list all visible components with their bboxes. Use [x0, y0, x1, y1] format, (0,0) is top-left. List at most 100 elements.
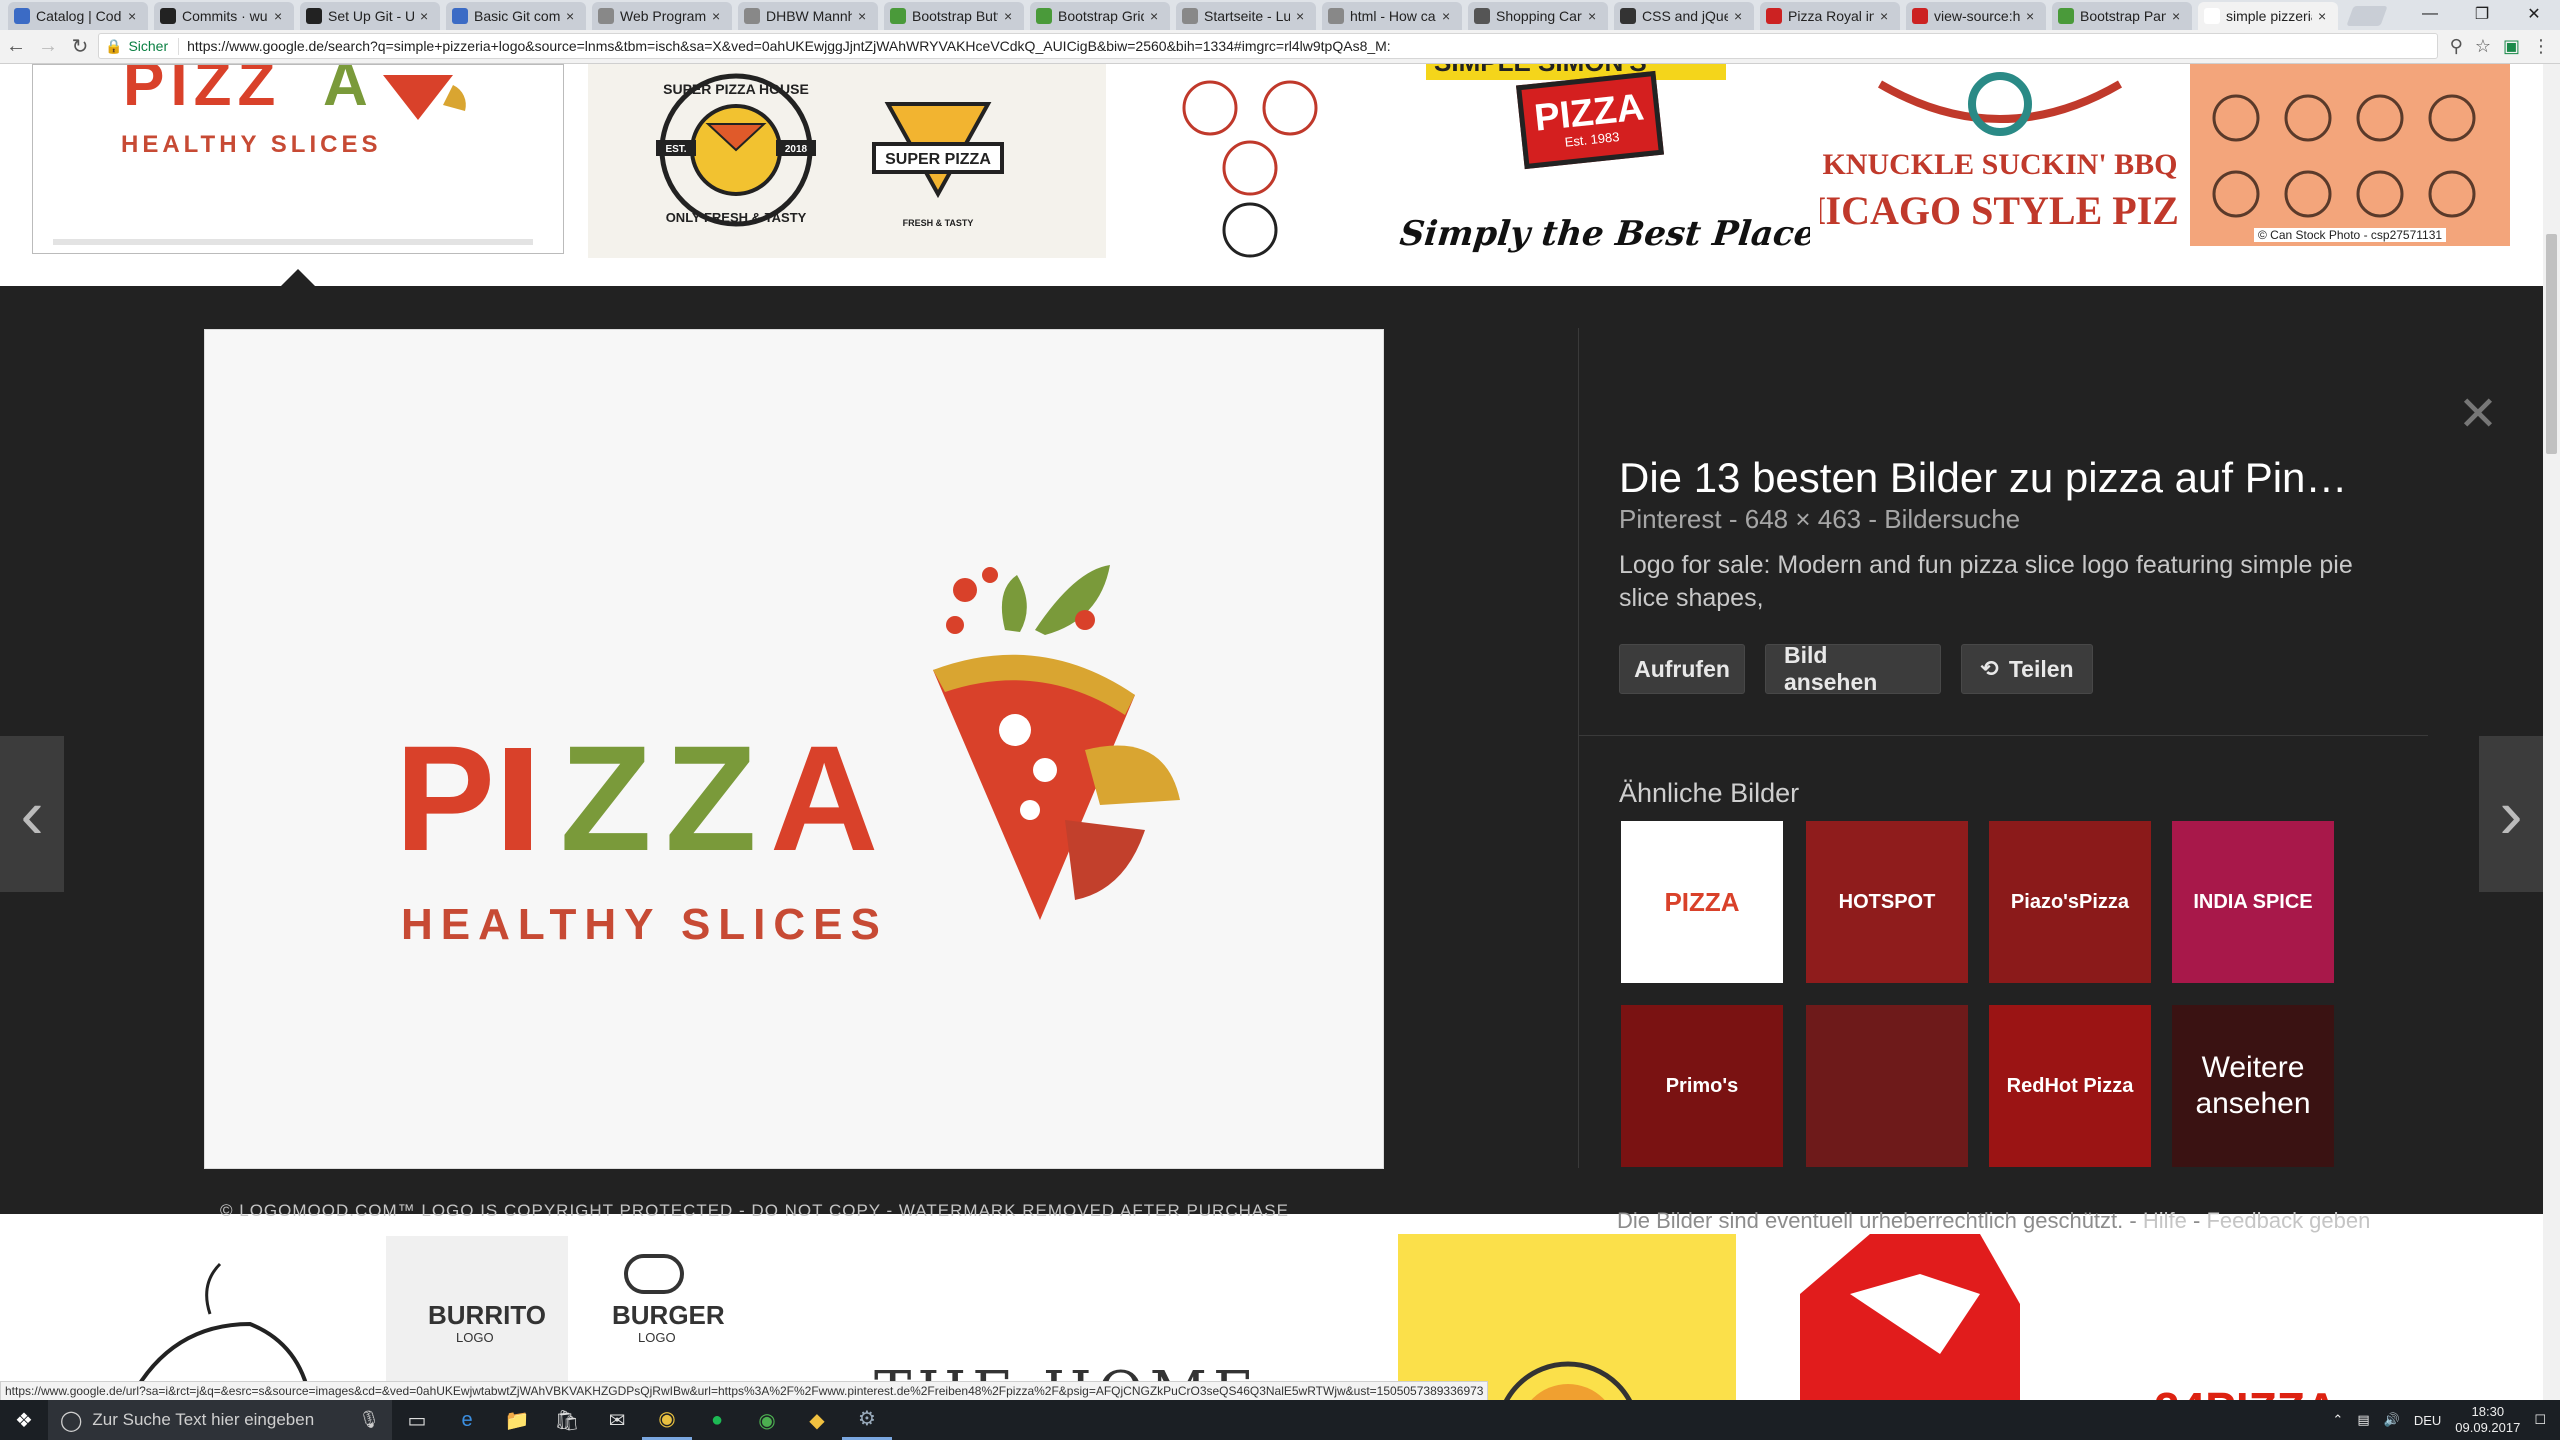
reload-icon[interactable]: ↻: [64, 31, 96, 63]
similar-image[interactable]: PIZZA: [1621, 821, 1783, 983]
url-text[interactable]: https://www.google.de/search?q=simple+pi…: [187, 38, 1391, 54]
task-view-icon[interactable]: ▭: [392, 1400, 442, 1440]
browser-tab[interactable]: Bootstrap Pane ×: [2052, 2, 2192, 30]
result-thumb-red-pizza[interactable]: [1760, 1234, 2040, 1400]
similar-image[interactable]: RedHot Pizza: [1989, 1005, 2151, 1167]
main-preview-image[interactable]: P Z Z A HEALTHY SLICES: [204, 329, 1384, 1169]
browser-tab[interactable]: Commits · wuc ×: [154, 2, 294, 30]
see-more-similar[interactable]: Weitere ansehen: [2172, 1005, 2334, 1167]
steam-icon[interactable]: ⚙: [842, 1400, 892, 1440]
close-window-icon[interactable]: ✕: [2508, 0, 2560, 28]
taskbar-clock[interactable]: 18:30 09.09.2017: [2455, 1404, 2520, 1436]
similar-image[interactable]: HOTSPOT: [1806, 821, 1968, 983]
tab-close-icon[interactable]: ×: [712, 8, 726, 24]
notifications-icon[interactable]: ☐: [2534, 1412, 2546, 1428]
browser-tab[interactable]: view-source:htt ×: [1906, 2, 2046, 30]
result-thumb-yellow-pizza[interactable]: [1398, 1234, 1736, 1400]
tab-close-icon[interactable]: ×: [1150, 8, 1164, 24]
maximize-icon[interactable]: ❐: [2456, 0, 2508, 28]
close-panel-icon[interactable]: ✕: [2455, 391, 2501, 439]
browser-tab[interactable]: Basic Git comm ×: [446, 2, 586, 30]
tab-close-icon[interactable]: ×: [1442, 8, 1456, 24]
result-thumb-burrito-burger[interactable]: BURRITO LOGO BURGER LOGO: [386, 1236, 750, 1400]
address-bar[interactable]: 🔒 Sicher https://www.google.de/search?q=s…: [98, 33, 2438, 59]
previous-image-arrow[interactable]: ‹: [0, 736, 64, 892]
next-image-arrow[interactable]: ›: [2479, 736, 2543, 892]
tab-close-icon[interactable]: ×: [566, 8, 580, 24]
tab-close-icon[interactable]: ×: [274, 8, 288, 24]
chrome-icon[interactable]: ◉: [642, 1400, 692, 1440]
browser-tab[interactable]: CSS and jQuery ×: [1614, 2, 1754, 30]
browser-tab[interactable]: Startseite - Luig ×: [1176, 2, 1316, 30]
similar-image[interactable]: INDIA SPICE: [2172, 821, 2334, 983]
zoom-icon[interactable]: ⚲: [2450, 36, 2463, 57]
tab-close-icon[interactable]: ×: [2172, 8, 2186, 24]
windows-start-icon[interactable]: ❖: [0, 1400, 48, 1440]
browser-tab[interactable]: simple pizzeria ×: [2198, 2, 2338, 30]
result-thumb-badges[interactable]: [1140, 64, 1350, 258]
tab-close-icon[interactable]: ×: [1588, 8, 1602, 24]
tab-close-icon[interactable]: ×: [1880, 8, 1894, 24]
browser-tab[interactable]: Set Up Git - Us ×: [300, 2, 440, 30]
browser-tab[interactable]: Bootstrap Butt ×: [884, 2, 1024, 30]
taskbar-search[interactable]: ◯ Zur Suche Text hier eingeben 🎙: [48, 1400, 392, 1440]
menu-icon[interactable]: ⋮: [2532, 36, 2550, 57]
store-icon[interactable]: 🛍: [542, 1400, 592, 1440]
result-thumb-24pizza[interactable]: 24PIZZA: [2150, 1364, 2510, 1400]
result-thumb-steam-logo[interactable]: [60, 1244, 360, 1400]
tab-close-icon[interactable]: ×: [1734, 8, 1748, 24]
result-thumb-chicago[interactable]: KNUCKLE SUCKIN' BBQ CHICAGO STYLE PIZZA: [1820, 64, 2180, 258]
minimize-icon[interactable]: —: [2404, 0, 2456, 28]
result-thumb-canstock[interactable]: © Can Stock Photo - csp27571131: [2190, 64, 2510, 246]
similar-image[interactable]: Primo's: [1621, 1005, 1783, 1167]
browser-tab[interactable]: DHBW Mannhe ×: [738, 2, 878, 30]
tab-close-icon[interactable]: ×: [858, 8, 872, 24]
spotify-icon[interactable]: ●: [692, 1400, 742, 1440]
similar-image[interactable]: [1806, 1005, 1968, 1167]
tab-title: simple pizzeria: [2226, 8, 2312, 24]
result-thumb-super-pizza[interactable]: EST. 2018 SUPER PIZZA HOUSE ONLY FRESH &…: [588, 64, 1106, 258]
tab-close-icon[interactable]: ×: [420, 8, 434, 24]
edge-icon[interactable]: e: [442, 1400, 492, 1440]
tab-close-icon[interactable]: ×: [1004, 8, 1018, 24]
image-title[interactable]: Die 13 besten Bilder zu pizza auf Pin…: [1619, 454, 2347, 502]
file-explorer-icon[interactable]: 📁: [492, 1400, 542, 1440]
svg-text:A: A: [323, 65, 368, 119]
tab-close-icon[interactable]: ×: [1296, 8, 1310, 24]
similar-image[interactable]: Piazo'sPizza: [1989, 821, 2151, 983]
bookmark-star-icon[interactable]: ☆: [2475, 36, 2491, 57]
tab-close-icon[interactable]: ×: [2026, 8, 2040, 24]
volume-icon[interactable]: 🔊: [2384, 1412, 2400, 1428]
view-image-button[interactable]: Bild ansehen: [1765, 642, 1941, 695]
green-app-icon[interactable]: ◉: [742, 1400, 792, 1440]
network-icon[interactable]: ▤: [2357, 1412, 2369, 1428]
secure-indicator[interactable]: 🔒 Sicher: [105, 37, 180, 55]
mail-icon[interactable]: ✉: [592, 1400, 642, 1440]
tab-close-icon[interactable]: ×: [128, 8, 142, 24]
browser-tab[interactable]: Bootstrap Grid ×: [1030, 2, 1170, 30]
browser-tab[interactable]: Web Programm ×: [592, 2, 732, 30]
yellow-pizza-logo: [1503, 1361, 1633, 1400]
browser-tab[interactable]: html - How can ×: [1322, 2, 1462, 30]
feedback-link[interactable]: Feedback geben: [2206, 1208, 2370, 1233]
back-icon[interactable]: ←: [0, 31, 32, 63]
scrollbar-thumb[interactable]: [2546, 234, 2557, 454]
browser-tab[interactable]: Shopping Cart ×: [1468, 2, 1608, 30]
page-scrollbar[interactable]: [2543, 64, 2560, 1400]
keyboard-language[interactable]: DEU: [2414, 1413, 2441, 1428]
tray-chevron-icon[interactable]: ⌃: [2332, 1412, 2343, 1428]
extension-icon[interactable]: ▣: [2503, 36, 2520, 57]
forward-icon[interactable]: →: [32, 31, 64, 63]
browser-tab[interactable]: Pizza Royal in E ×: [1760, 2, 1900, 30]
visit-button[interactable]: Aufrufen: [1619, 644, 1745, 694]
help-link[interactable]: Hilfe: [2143, 1208, 2187, 1233]
browser-tab[interactable]: Catalog | Codec ×: [8, 2, 148, 30]
share-button[interactable]: ⟲ Teilen: [1961, 644, 2093, 694]
git-app-icon[interactable]: ◆: [792, 1400, 842, 1440]
image-source[interactable]: Pinterest: [1619, 504, 1722, 534]
result-thumb-simple-simons[interactable]: SIMPLE SIMON'S PIZZA Est. 1983 Simply th…: [1390, 64, 1810, 258]
microphone-icon[interactable]: 🎙: [358, 1410, 380, 1430]
new-tab-button[interactable]: [2346, 6, 2388, 26]
tab-close-icon[interactable]: ×: [2318, 8, 2332, 24]
result-thumb-selected[interactable]: PIZZ A HEALTHY SLICES: [32, 64, 564, 254]
